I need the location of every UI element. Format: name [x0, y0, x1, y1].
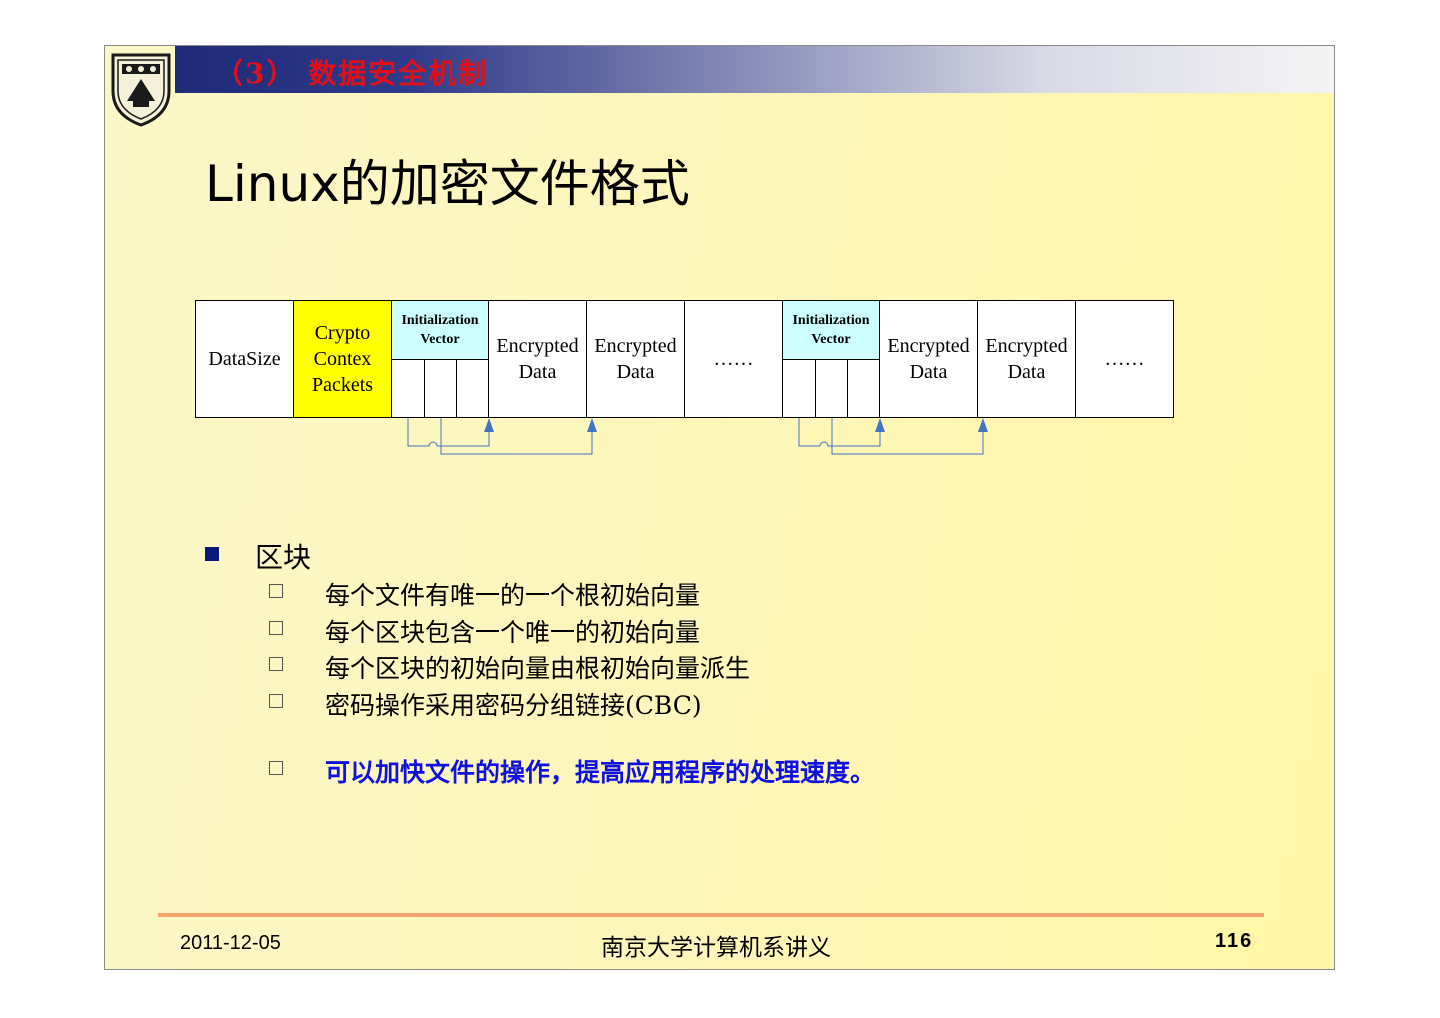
arrow-head	[875, 418, 885, 432]
arrow-head	[484, 418, 494, 432]
sub-bullet-highlight: 可以加快文件的操作，提高应用程序的处理速度。	[267, 753, 1067, 787]
iv-arrow-path	[831, 418, 984, 455]
bullet-main: 区块	[205, 536, 705, 576]
footer-divider	[158, 913, 1264, 917]
sub-bullet: 密码操作采用密码分组链接(CBC)	[267, 686, 1067, 720]
chaining-arrows	[407, 418, 988, 455]
iv-arrow-path	[798, 418, 881, 447]
footer-page-number: 116	[1215, 930, 1254, 952]
sub-bullet-text: 可以加快文件的操作，提高应用程序的处理速度。	[325, 758, 876, 787]
university-logo	[111, 53, 171, 127]
filled-square-bullet-icon	[205, 547, 219, 561]
sub-bullet-text: 每个区块包含一个唯一的初始向量	[325, 618, 701, 647]
bullet-main-text: 区块	[255, 541, 312, 574]
sub-bullet-text: 密码操作采用密码分组链接(CBC)	[325, 691, 702, 720]
sub-bullet: 每个区块包含一个唯一的初始向量	[267, 613, 1067, 647]
hollow-square-bullet-icon	[269, 621, 283, 635]
hollow-square-bullet-icon	[269, 584, 283, 598]
arrow-head	[978, 418, 988, 432]
encrypted-file-format-diagram: DataSize Crypto Contex Packets Initializ…	[195, 300, 1175, 470]
arrow-head	[587, 418, 597, 432]
section-title: （3） 数据安全机制	[215, 57, 489, 90]
iv-arrow-path	[440, 418, 593, 455]
sub-bullet-text: 每个文件有唯一的一个根初始向量	[325, 581, 701, 610]
footer-course-title: 南京大学计算机系讲义	[601, 935, 831, 961]
page-title: Linux的加密文件格式	[205, 155, 690, 213]
iv-arrow-path	[407, 418, 490, 447]
sub-bullet-text: 每个区块的初始向量由根初始向量派生	[325, 654, 751, 683]
hollow-square-bullet-icon	[269, 761, 283, 775]
hollow-square-bullet-icon	[269, 694, 283, 708]
slide: （3） 数据安全机制 Linux的加密文件格式 DataSize Crypto …	[104, 45, 1335, 970]
footer-date: 2011-12-05	[180, 932, 281, 954]
sub-bullet: 每个文件有唯一的一个根初始向量	[267, 576, 1067, 610]
hollow-square-bullet-icon	[269, 657, 283, 671]
sub-bullet: 每个区块的初始向量由根初始向量派生	[267, 649, 1067, 683]
